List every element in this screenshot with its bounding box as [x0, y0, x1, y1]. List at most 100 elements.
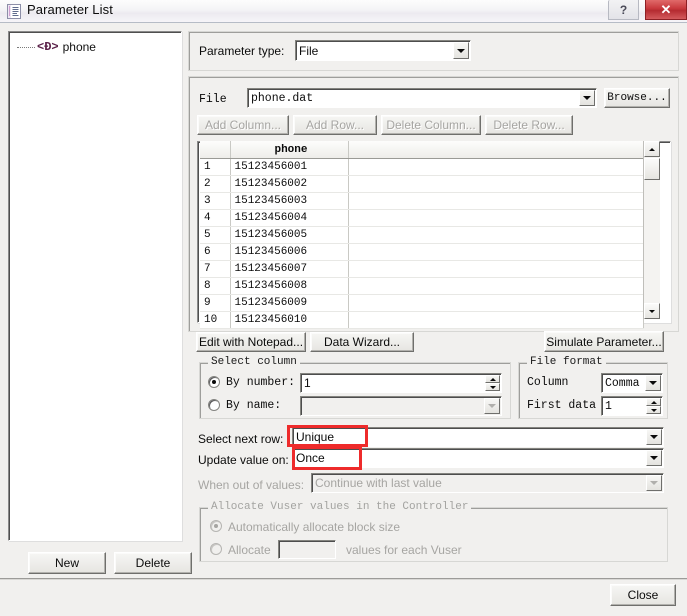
column-header-phone[interactable]: phone	[230, 141, 349, 159]
row-number-cell[interactable]: 4	[200, 209, 231, 227]
update-value-on-value: Once	[296, 451, 325, 465]
by-name-radio[interactable]	[208, 399, 220, 411]
cell-empty[interactable]	[348, 294, 644, 312]
by-number-stepper[interactable]	[485, 375, 500, 391]
row-number-cell[interactable]: 3	[200, 192, 231, 210]
table-row[interactable]: 9 15123456009	[200, 294, 644, 312]
parameter-type-select[interactable]: File	[295, 40, 471, 61]
cell-empty[interactable]	[348, 209, 644, 227]
table-row[interactable]: 7 15123456007	[200, 260, 644, 278]
tree-connector-line	[17, 47, 35, 48]
row-number-cell[interactable]: 6	[200, 243, 231, 261]
data-grid-table: phone 1 15123456001 2 15123456002 3 151234560…	[200, 141, 644, 329]
add-row-button[interactable]: Add Row...	[293, 115, 377, 135]
cell-empty[interactable]	[348, 175, 644, 193]
help-button[interactable]: ?	[608, 0, 639, 20]
delete-column-button[interactable]: Delete Column...	[381, 115, 481, 135]
cell-phone[interactable]: 15123456001	[230, 158, 349, 176]
manual-allocate-label: Allocate	[228, 543, 271, 557]
edit-with-notepad-label: Edit with Notepad...	[198, 335, 304, 349]
cell-phone[interactable]: 15123456004	[230, 209, 349, 227]
auto-allocate-radio[interactable]	[210, 520, 222, 532]
chevron-down-icon[interactable]	[645, 375, 661, 391]
cell-empty[interactable]	[348, 226, 644, 244]
data-grid[interactable]: phone 1 15123456001 2 15123456002 3 151234560…	[200, 141, 660, 329]
parameter-type-value: File	[299, 43, 319, 58]
delete-button[interactable]: Delete	[114, 552, 192, 574]
row-number-cell[interactable]: 8	[200, 277, 231, 295]
cell-empty[interactable]	[348, 277, 644, 295]
cell-phone[interactable]: 15123456006	[230, 243, 349, 261]
allocate-count-input[interactable]	[278, 540, 336, 559]
scrollbar-thumb[interactable]	[644, 158, 660, 180]
cell-empty[interactable]	[348, 192, 644, 210]
delete-column-label: Delete Column...	[386, 118, 476, 132]
tree-item-phone[interactable]: <Đ> phone	[17, 40, 96, 54]
edit-with-notepad-button[interactable]: Edit with Notepad...	[196, 332, 306, 352]
tree-item-label: phone	[62, 40, 96, 54]
data-wizard-button[interactable]: Data Wizard...	[310, 332, 414, 352]
scroll-down-icon[interactable]	[644, 303, 660, 319]
cell-empty[interactable]	[348, 243, 644, 261]
grid-vertical-scrollbar[interactable]	[643, 141, 660, 319]
table-row[interactable]: 2 15123456002	[200, 175, 644, 193]
simulate-parameter-button[interactable]: Simulate Parameter...	[544, 331, 664, 352]
cell-phone[interactable]: 15123456003	[230, 192, 349, 210]
table-row[interactable]: 8 15123456008	[200, 277, 644, 295]
column-format-select[interactable]: Comma	[601, 373, 663, 393]
cell-empty[interactable]	[348, 260, 644, 278]
file-path-combobox[interactable]: phone.dat	[247, 88, 597, 108]
chevron-down-icon[interactable]	[646, 450, 662, 466]
table-row[interactable]: 4 15123456004	[200, 209, 644, 227]
table-row[interactable]: 6 15123456006	[200, 243, 644, 261]
select-column-group: Select column By number: 1 By name:	[199, 356, 511, 419]
new-button[interactable]: New	[28, 552, 106, 574]
close-button[interactable]: Close	[610, 584, 676, 606]
close-window-button[interactable]: ✕	[645, 0, 687, 20]
table-row[interactable]: 10 15123456010	[200, 311, 644, 329]
chevron-down-icon[interactable]	[579, 90, 595, 106]
chevron-down-icon[interactable]	[646, 429, 662, 445]
by-number-value: 1	[304, 376, 311, 390]
first-data-input[interactable]: 1	[601, 396, 663, 416]
scroll-up-icon[interactable]	[644, 141, 660, 157]
by-name-label: By name:	[226, 399, 282, 412]
delete-row-button[interactable]: Delete Row...	[485, 115, 573, 135]
parameter-tree[interactable]: <Đ> phone	[8, 31, 182, 541]
cell-empty[interactable]	[348, 311, 644, 329]
first-data-stepper[interactable]	[646, 398, 661, 414]
row-number-cell[interactable]: 10	[200, 311, 231, 329]
cell-phone[interactable]: 15123456005	[230, 226, 349, 244]
cell-phone[interactable]: 15123456008	[230, 277, 349, 295]
cell-phone[interactable]: 15123456007	[230, 260, 349, 278]
update-value-on-select[interactable]: Once	[292, 448, 664, 468]
row-number-cell[interactable]: 5	[200, 226, 231, 244]
chevron-down-icon[interactable]	[646, 475, 662, 491]
add-column-button[interactable]: Add Column...	[197, 115, 289, 135]
row-number-cell[interactable]: 9	[200, 294, 231, 312]
row-number-cell[interactable]: 7	[200, 260, 231, 278]
chevron-down-icon[interactable]	[453, 42, 469, 59]
when-out-of-values-label: When out of values:	[198, 478, 305, 492]
table-row[interactable]: 1 15123456001	[200, 158, 644, 176]
row-number-header	[200, 141, 231, 159]
by-number-input[interactable]: 1	[300, 373, 502, 393]
table-row[interactable]: 5 15123456005	[200, 226, 644, 244]
browse-button[interactable]: Browse...	[604, 88, 670, 108]
document-list-icon	[7, 4, 21, 19]
column-header-empty[interactable]	[348, 141, 644, 159]
manual-allocate-radio[interactable]	[210, 543, 222, 555]
cell-phone[interactable]: 15123456009	[230, 294, 349, 312]
first-data-label: First data	[527, 399, 597, 412]
select-next-row-select[interactable]: Unique	[292, 427, 664, 447]
cell-phone[interactable]: 15123456010	[230, 311, 349, 329]
chevron-down-icon[interactable]	[484, 398, 500, 414]
when-out-of-values-select[interactable]: Continue with last value	[311, 473, 664, 493]
cell-phone[interactable]: 15123456002	[230, 175, 349, 193]
by-name-select[interactable]	[300, 396, 502, 416]
table-row[interactable]: 3 15123456003	[200, 192, 644, 210]
cell-empty[interactable]	[348, 158, 644, 176]
row-number-cell[interactable]: 2	[200, 175, 231, 193]
row-number-cell[interactable]: 1	[200, 158, 231, 176]
by-number-radio[interactable]	[208, 376, 220, 388]
